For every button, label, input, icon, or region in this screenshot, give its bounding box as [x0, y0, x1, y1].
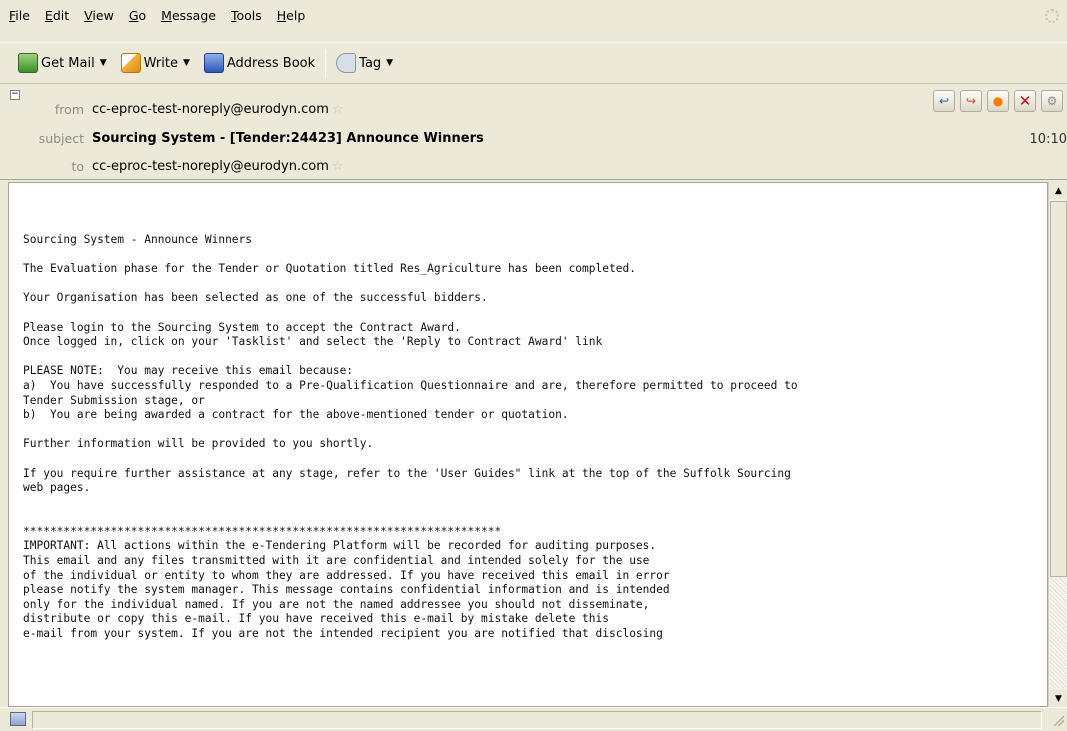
menu-go[interactable]: Go	[128, 6, 147, 25]
collapse-header-icon[interactable]: −	[10, 90, 20, 100]
tag-label: Tag	[359, 55, 382, 71]
menu-edit-accel: E	[44, 7, 53, 23]
tag-button[interactable]: Tag ▼	[334, 48, 395, 78]
address-book-icon	[203, 53, 224, 73]
reply-icon[interactable]: ↩	[933, 90, 955, 112]
to-address[interactable]: cc-eproc-test-noreply@eurodyn.com	[92, 159, 329, 174]
message-header: − from cc-eproc-test-noreply@eurodyn.com…	[0, 86, 1067, 180]
get-mail-button[interactable]: Get Mail ▼	[16, 48, 109, 78]
menu-view[interactable]: View	[83, 6, 115, 25]
gear-icon[interactable]: ⚙	[1041, 90, 1063, 112]
main-toolbar: Get Mail ▼ Write ▼ Address Book Tag ▼	[0, 42, 1067, 84]
subject-label: subject	[38, 131, 84, 146]
subject-row: subject Sourcing System - [Tender:24423]…	[0, 131, 484, 146]
scrollbar-thumb[interactable]	[1050, 201, 1067, 577]
menu-file[interactable]: File	[8, 6, 31, 25]
menu-bar: File Edit View Go Message Tools Help	[0, 0, 1067, 30]
from-address[interactable]: cc-eproc-test-noreply@eurodyn.com	[92, 102, 329, 117]
subject-value: Sourcing System - [Tender:24423] Announc…	[92, 131, 484, 146]
menu-file-label: ile	[15, 7, 30, 23]
menu-help-label: elp	[286, 7, 306, 23]
message-time: 10:10	[1029, 132, 1067, 147]
message-body-pane[interactable]: Sourcing System - Announce Winners The E…	[8, 182, 1048, 707]
junk-icon[interactable]: ●	[987, 90, 1009, 112]
scroll-down-arrow-icon[interactable]: ▼	[1049, 690, 1067, 707]
menu-go-accel: G	[128, 7, 139, 23]
address-book-button[interactable]: Address Book	[202, 48, 317, 78]
from-row: from cc-eproc-test-noreply@eurodyn.com ☆	[0, 102, 344, 117]
write-icon	[120, 53, 141, 73]
message-body-text: Sourcing System - Announce Winners The E…	[23, 233, 798, 641]
to-row: to cc-eproc-test-noreply@eurodyn.com ☆	[0, 159, 344, 174]
from-label: from	[54, 102, 84, 117]
menu-message-label: essage	[171, 7, 216, 23]
vertical-scrollbar[interactable]: ▲ ▼	[1048, 182, 1067, 707]
tag-icon	[336, 53, 357, 73]
delete-icon[interactable]: ✕	[1014, 90, 1036, 112]
forward-icon[interactable]: ↪	[960, 90, 982, 112]
menu-message-accel: M	[161, 7, 172, 23]
menu-tools-label: ools	[236, 7, 262, 23]
to-label: to	[71, 159, 84, 174]
write-button[interactable]: Write ▼	[119, 48, 192, 78]
from-star-icon[interactable]: ☆	[332, 102, 344, 117]
menu-view-label: iew	[92, 7, 114, 23]
offline-status-icon[interactable]	[10, 712, 26, 726]
scrollbar-track[interactable]	[1050, 578, 1067, 688]
resize-grip-icon[interactable]	[1052, 714, 1064, 726]
address-book-label: Address Book	[226, 55, 316, 71]
write-dropdown-icon[interactable]: ▼	[183, 58, 190, 68]
throbber-icon	[1045, 9, 1059, 23]
header-action-buttons: ↩ ↪ ● ✕ ⚙	[933, 90, 1063, 112]
get-mail-dropdown-icon[interactable]: ▼	[100, 58, 107, 68]
status-text-field	[32, 711, 1042, 729]
status-bar	[0, 707, 1067, 731]
menu-tools[interactable]: Tools	[230, 6, 263, 25]
toolbar-separator	[325, 49, 327, 77]
get-mail-icon	[18, 53, 38, 73]
get-mail-label: Get Mail	[41, 55, 95, 71]
menu-edit-label: dit	[52, 7, 70, 23]
menu-message[interactable]: Message	[160, 6, 217, 25]
menu-help[interactable]: Help	[276, 6, 307, 25]
menu-edit[interactable]: Edit	[44, 6, 70, 25]
tag-dropdown-icon[interactable]: ▼	[386, 58, 393, 68]
write-label: Write	[143, 55, 178, 71]
menu-go-label: o	[138, 7, 147, 23]
to-star-icon[interactable]: ☆	[332, 159, 344, 174]
menu-help-accel: H	[276, 7, 287, 23]
scroll-up-arrow-icon[interactable]: ▲	[1049, 182, 1067, 199]
